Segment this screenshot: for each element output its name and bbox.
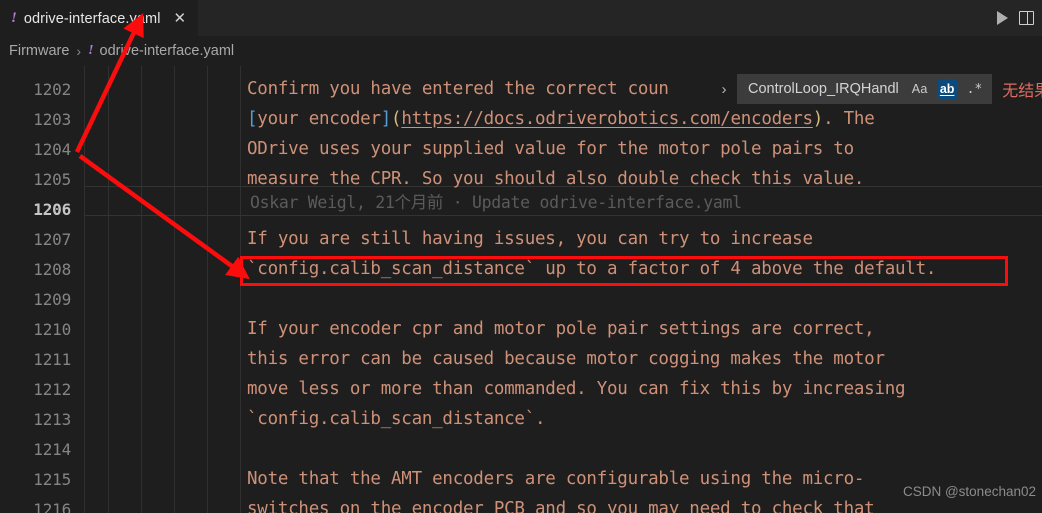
line-number: 1203 <box>33 110 71 129</box>
chevron-right-icon: › <box>76 43 82 59</box>
run-icon[interactable] <box>997 11 1008 25</box>
whole-word-icon[interactable]: ab <box>936 79 958 99</box>
code-editor[interactable]: 1202 1203 1204 1205 1206 1207 1208 1209 … <box>0 66 1042 513</box>
editor-tab-bar: ! odrive-interface.yaml ✕ <box>0 0 1042 36</box>
match-case-icon[interactable]: Aa <box>909 79 931 99</box>
find-result-count: 无结果 <box>1002 83 1042 100</box>
line-number: 1205 <box>33 170 71 189</box>
git-blame-annotation: Oskar Weigl, 21个月前 · Update odrive-inter… <box>250 193 742 212</box>
tab-bar-empty-space <box>198 0 997 36</box>
find-input[interactable]: ControlLoop_IRQHandl <box>748 81 899 97</box>
line-number: 1211 <box>33 350 71 369</box>
code-line: this error can be caused because motor c… <box>247 349 885 369</box>
code-line-markdown-link: [your encoder](https://docs.odriveroboti… <box>84 104 1042 134</box>
bracket-open: [ <box>247 109 258 129</box>
code-line: Note that the AMT encoders are configura… <box>247 469 865 489</box>
line-number: 1204 <box>33 140 71 159</box>
breadcrumb-item-file[interactable]: odrive-interface.yaml <box>100 43 235 59</box>
paren-close: ) <box>812 109 824 129</box>
line-number-gutter: 1202 1203 1204 1205 1206 1207 1208 1209 … <box>0 66 84 513</box>
line-number: 1210 <box>33 320 71 339</box>
code-line: If you are still having issues, you can … <box>247 229 813 249</box>
close-icon[interactable]: ✕ <box>172 11 189 26</box>
breadcrumb: Firmware › ! odrive-interface.yaml <box>0 36 1042 66</box>
find-input-container[interactable]: ControlLoop_IRQHandl Aa ab .* <box>737 74 993 104</box>
line-number-active: 1206 <box>33 200 71 219</box>
split-editor-icon[interactable] <box>1019 11 1034 25</box>
line-number: 1214 <box>33 440 71 459</box>
yaml-file-icon: ! <box>11 10 17 26</box>
line-number: 1215 <box>33 470 71 489</box>
line-number: 1202 <box>33 80 71 99</box>
code-line: If your encoder cpr and motor pole pair … <box>247 319 875 339</box>
line-number: 1216 <box>33 500 71 513</box>
editor-tab-odrive-interface-yaml[interactable]: ! odrive-interface.yaml ✕ <box>0 0 199 36</box>
line-number: 1207 <box>33 230 71 249</box>
breadcrumb-item-firmware[interactable]: Firmware <box>9 43 69 59</box>
line-number: 1212 <box>33 380 71 399</box>
bracket-close: ] <box>380 109 392 129</box>
tab-label: odrive-interface.yaml <box>23 10 161 27</box>
url-link[interactable]: https://docs.odriverobotics.com/encoders <box>401 109 813 129</box>
line-number: 1213 <box>33 410 71 429</box>
line-tail: . The <box>823 109 875 129</box>
code-line: switches on the encoder PCB and so you m… <box>247 499 875 513</box>
paren-open: ( <box>391 109 402 129</box>
editor-actions <box>997 0 1042 36</box>
link-text: your encoder <box>257 109 381 129</box>
line-number: 1209 <box>33 290 71 309</box>
find-widget[interactable]: › ControlLoop_IRQHandl Aa ab .* 无结果 <box>711 74 1042 104</box>
yaml-file-icon: ! <box>88 43 94 58</box>
code-content[interactable]: Confirm you have entered the correct cou… <box>84 66 1042 513</box>
line-number: 1208 <box>33 260 71 279</box>
code-line: `config.calib_scan_distance`. <box>247 409 546 429</box>
code-line: `config.calib_scan_distance` up to a fac… <box>247 259 937 279</box>
code-line: ODrive uses your supplied value for the … <box>247 139 854 159</box>
regex-icon[interactable]: .* <box>964 79 986 99</box>
vscode-window: ! odrive-interface.yaml ✕ Firmware › ! o… <box>0 0 1042 513</box>
code-line: move less or more than commanded. You ca… <box>247 379 906 399</box>
toggle-replace-icon[interactable]: › <box>711 74 737 104</box>
